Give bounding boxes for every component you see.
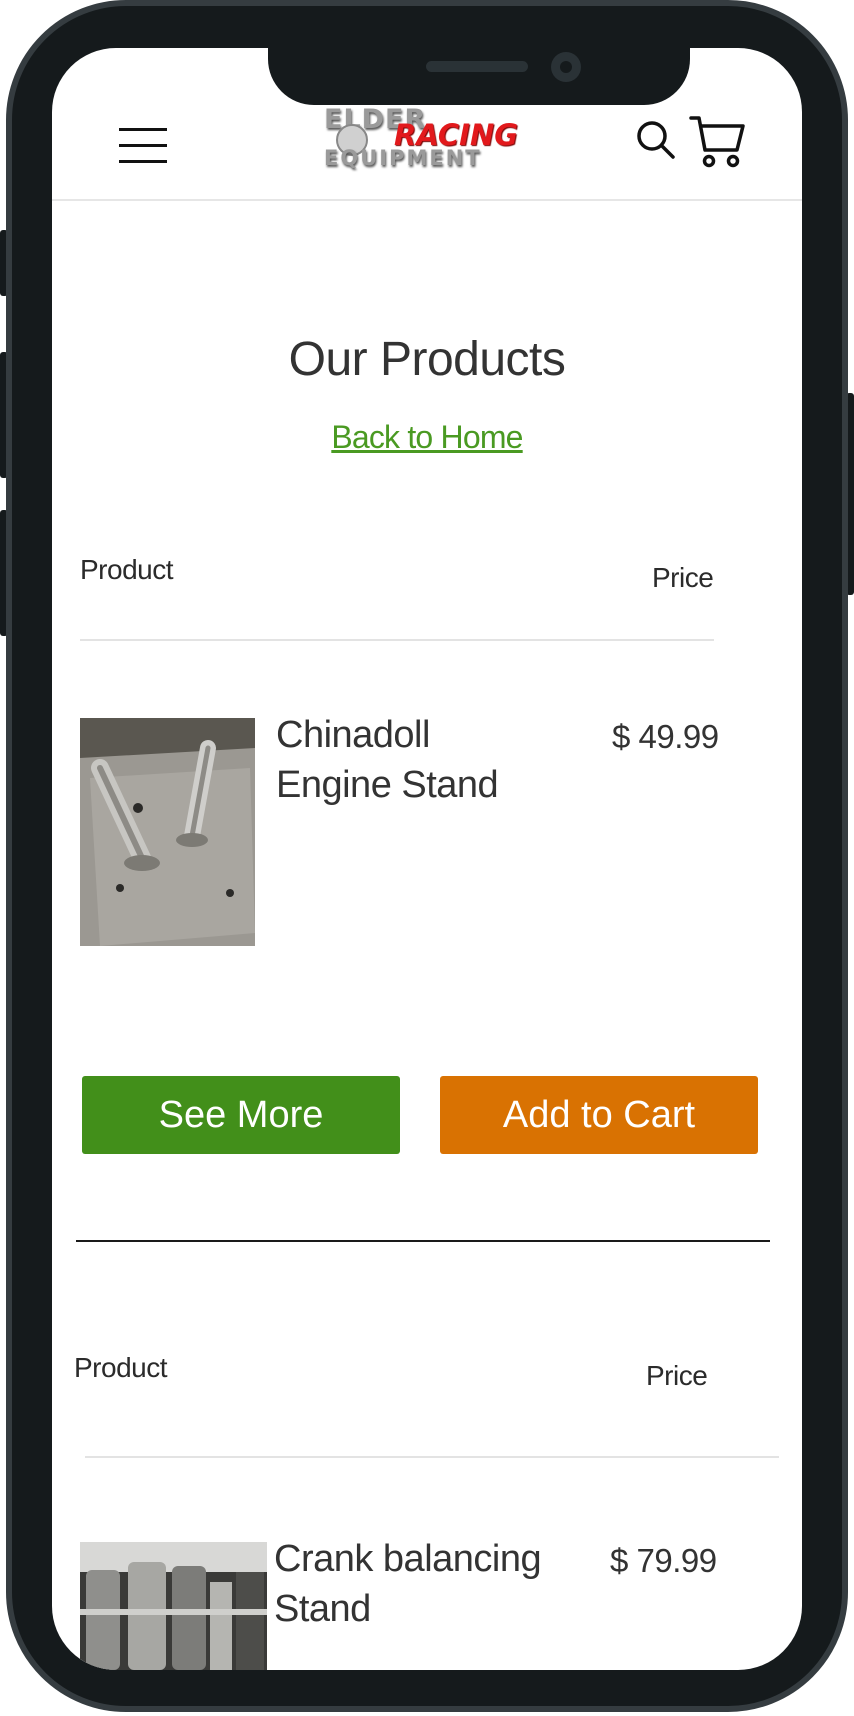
see-more-button[interactable]: See More bbox=[82, 1076, 400, 1154]
product-name-line: Stand bbox=[274, 1588, 371, 1630]
product-name-line: Chinadoll bbox=[276, 714, 430, 756]
column-header-price: Price bbox=[652, 562, 714, 593]
phone-screen: ELDER RACING EQUIPMENT Our Products Back… bbox=[52, 48, 802, 1670]
back-to-home-link[interactable]: Back to Home bbox=[52, 419, 802, 456]
phone-notch bbox=[268, 48, 690, 105]
product-price: $ 79.99 bbox=[610, 1542, 717, 1579]
site-logo[interactable]: ELDER RACING EQUIPMENT bbox=[324, 104, 524, 174]
front-camera-icon bbox=[551, 52, 581, 82]
product-price: $ 49.99 bbox=[612, 718, 719, 755]
engine-stand-photo bbox=[80, 718, 255, 946]
speaker-grille bbox=[426, 61, 528, 72]
product-separator bbox=[76, 1240, 770, 1242]
column-header-product: Product bbox=[80, 554, 174, 585]
product-name-line: Engine Stand bbox=[276, 764, 499, 806]
column-header-price: Price bbox=[646, 1360, 708, 1391]
product-divider bbox=[85, 1456, 779, 1458]
product-image-engine-stand[interactable] bbox=[80, 718, 255, 946]
logo-text-equipment: EQUIPMENT bbox=[324, 146, 482, 170]
search-icon[interactable] bbox=[636, 120, 676, 160]
product-divider bbox=[80, 639, 714, 641]
page-title: Our Products bbox=[288, 333, 566, 386]
add-to-cart-button[interactable]: Add to Cart bbox=[440, 1076, 758, 1154]
cart-icon[interactable] bbox=[689, 114, 745, 170]
product-image-crank-stand[interactable] bbox=[80, 1542, 267, 1670]
product-name-line: Crank balancing bbox=[274, 1538, 542, 1580]
crank-stand-photo bbox=[80, 1542, 267, 1670]
column-header-product: Product bbox=[74, 1352, 168, 1383]
product-name-crank-stand[interactable]: Crank balancing Stand bbox=[274, 1534, 542, 1634]
product-name-engine-stand[interactable]: Chinadoll Engine Stand bbox=[276, 710, 499, 810]
hamburger-menu-icon[interactable] bbox=[119, 128, 169, 168]
